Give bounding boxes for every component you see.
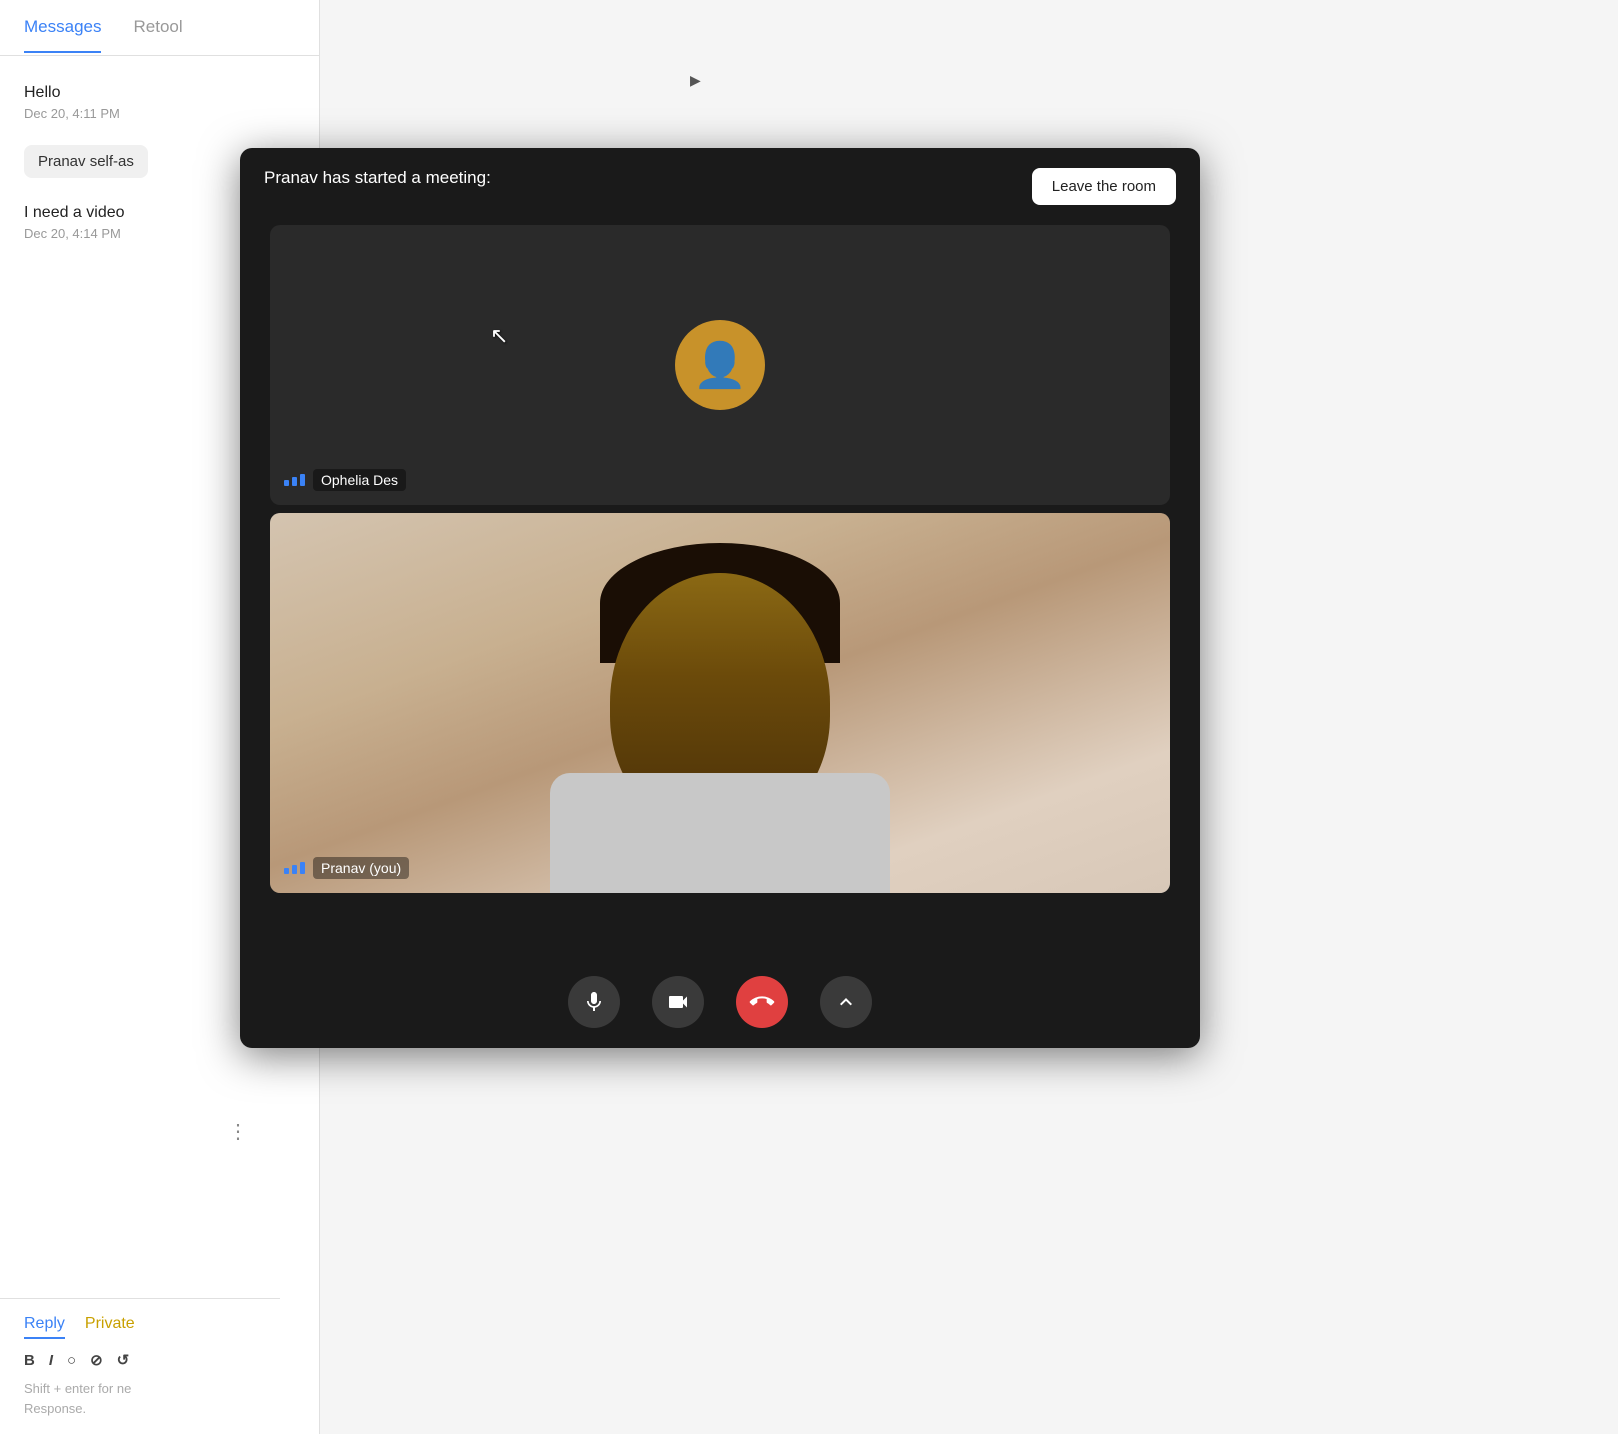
tab-retool[interactable]: Retool (133, 3, 182, 53)
strikethrough-button[interactable]: ○ (67, 1352, 76, 1369)
video-icon (666, 990, 690, 1014)
undo-button[interactable]: ↺ (117, 1351, 130, 1369)
reply-tabs: Reply Private (24, 1315, 256, 1339)
signal-icon (284, 474, 305, 486)
shirt-shape (550, 773, 890, 893)
participant-label-pranav: Pranav (you) (284, 857, 409, 879)
avatar-person-icon: 👤 (693, 339, 748, 391)
meeting-overlay: Pranav has started a meeting: Leave the … (240, 148, 1200, 1048)
video-face-bg (270, 513, 1170, 893)
pranav-name-label: Pranav (you) (313, 857, 409, 879)
chevron-up-icon (834, 990, 858, 1014)
message-time: Dec 20, 4:11 PM (24, 106, 295, 121)
cursor-arrow-icon: ↖ (490, 323, 508, 348)
participant-label-ophelia: Ophelia Des (284, 469, 406, 491)
app-container: Messages Retool Hello Dec 20, 4:11 PM Pr… (0, 0, 1618, 1434)
signal-dot-3 (300, 862, 305, 874)
meeting-header: Pranav has started a meeting: Leave the … (240, 148, 1200, 225)
meeting-controls (568, 976, 872, 1028)
tab-messages[interactable]: Messages (24, 3, 101, 53)
link-button[interactable]: ⊘ (90, 1351, 103, 1369)
expand-arrow-button[interactable]: ▶ (690, 72, 701, 89)
signal-dot-1 (284, 480, 289, 486)
message-title: Hello (24, 84, 295, 102)
participant-avatar-ophelia: 👤 (675, 320, 765, 410)
signal-dot-3 (300, 474, 305, 486)
mic-button[interactable] (568, 976, 620, 1028)
video-panels: 👤 ↖ Ophelia Des (240, 225, 1200, 913)
video-button[interactable] (652, 976, 704, 1028)
input-hint: Shift + enter for ne Response. (24, 1379, 256, 1418)
video-panel-ophelia: 👤 ↖ Ophelia Des (270, 225, 1170, 505)
tab-private[interactable]: Private (85, 1315, 135, 1339)
bold-button[interactable]: B (24, 1352, 35, 1369)
chevron-up-button[interactable] (820, 976, 872, 1028)
reply-area: Reply Private B I ○ ⊘ ↺ Shift + enter fo… (0, 1298, 280, 1434)
list-item[interactable]: Hello Dec 20, 4:11 PM (0, 72, 319, 133)
tabs-bar: Messages Retool (0, 0, 319, 56)
italic-button[interactable]: I (49, 1352, 53, 1369)
mouse-cursor: ↖ (490, 325, 508, 349)
signal-dot-2 (292, 477, 297, 486)
leave-room-button[interactable]: Leave the room (1032, 168, 1176, 205)
signal-icon-pranav (284, 862, 305, 874)
signal-dot-1 (284, 868, 289, 874)
end-call-icon (745, 985, 779, 1019)
three-dots-menu[interactable]: ⋮ (228, 1119, 250, 1144)
mic-icon (582, 990, 606, 1014)
tab-reply[interactable]: Reply (24, 1315, 65, 1339)
video-panel-pranav: Pranav (you) (270, 513, 1170, 893)
message-bubble: Pranav self-as (24, 145, 148, 178)
meeting-title: Pranav has started a meeting: (264, 168, 491, 188)
signal-dot-2 (292, 865, 297, 874)
ophelia-name-label: Ophelia Des (313, 469, 406, 491)
end-call-button[interactable] (725, 965, 799, 1039)
text-toolbar: B I ○ ⊘ ↺ (24, 1351, 256, 1369)
